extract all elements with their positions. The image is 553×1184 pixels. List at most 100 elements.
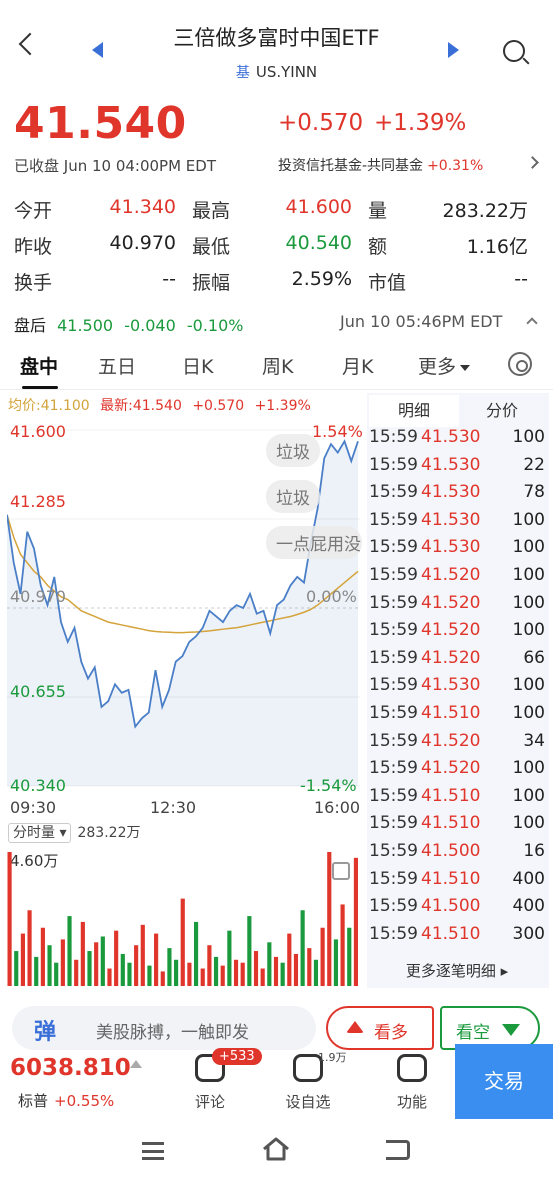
volume-bar <box>193 921 199 986</box>
volume-bar <box>300 910 305 986</box>
tab-more-label: 更多 <box>418 356 457 378</box>
legend-latest: 最新:41.540 <box>100 398 182 414</box>
index-info[interactable]: 标普 +0.55% <box>18 1090 114 1111</box>
bullish-button[interactable]: 看多 <box>326 1006 434 1050</box>
volume-bar <box>247 916 252 986</box>
sector-link[interactable]: 投资信托基金-共同基金 +0.31% <box>278 155 483 175</box>
danmaku-bubble[interactable]: 垃圾 <box>266 434 320 467</box>
stat-label: 今开 <box>14 200 53 222</box>
tab-five-day[interactable]: 五日 <box>98 352 136 379</box>
trade-detail-panel: 明细 分价 15:59 41.530 100 15:59 41.530 22 15:59 41… <box>367 393 549 988</box>
volume-bar <box>327 852 332 986</box>
volume-bar <box>307 948 312 986</box>
tick-volume: 100 <box>512 537 545 558</box>
volume-type-label: 分时量 <box>13 825 55 841</box>
tab-price-volume[interactable]: 分价 <box>457 395 547 427</box>
y-label-mid-low: 40.655 <box>10 682 66 701</box>
index-value[interactable]: 6038.810 <box>10 1055 131 1081</box>
tick-time: 15:59 <box>369 620 418 641</box>
tick-row: 15:59 41.520 100 <box>369 565 547 592</box>
tab-daily-k[interactable]: 日K <box>182 352 213 379</box>
caret-down-icon <box>460 364 471 371</box>
danmaku-bubble[interactable]: 一点屁用没 <box>266 526 362 559</box>
menu-nav-icon[interactable] <box>142 1142 164 1160</box>
tick-volume: 100 <box>512 675 545 696</box>
search-icon[interactable] <box>503 40 525 62</box>
price-change: +0.570 <box>278 110 364 136</box>
chart-tabs: 盘中 五日 日K 周K 月K 更多 <box>0 350 553 390</box>
market-status: 已收盘 Jun 10 04:00PM EDT <box>14 157 217 175</box>
volume-bar <box>207 945 212 986</box>
tick-time: 15:59 <box>369 675 418 696</box>
volume-bar <box>213 956 219 986</box>
volume-bar <box>134 945 139 986</box>
stat-value: 41.600 <box>285 196 352 218</box>
tick-row: 15:59 41.530 100 <box>369 510 547 537</box>
stat-value: 283.22万 <box>442 200 528 222</box>
legend-change-pct: +1.39% <box>254 398 311 414</box>
volume-type-select[interactable]: 分时量 ▾ <box>8 823 72 843</box>
tick-row: 15:59 41.530 100 <box>369 675 547 702</box>
tick-time: 15:59 <box>369 509 418 530</box>
volume-bar <box>313 959 319 986</box>
danmaku-bubble[interactable]: 垃圾 <box>266 480 320 513</box>
tick-volume: 100 <box>512 813 545 834</box>
tick-volume: 100 <box>512 509 545 530</box>
tab-intraday[interactable]: 盘中 <box>20 352 58 379</box>
page-title: 三倍做多富时中国ETF <box>173 26 380 50</box>
comment-input[interactable]: 弹 美股脉搏，一触即发 <box>12 1006 316 1050</box>
stat-value: -- <box>514 268 528 290</box>
index-change: +0.55% <box>54 1092 115 1110</box>
tick-time: 15:59 <box>369 730 418 751</box>
trade-button[interactable]: 交易 <box>455 1044 553 1119</box>
volume-bar <box>80 921 85 986</box>
volume-bar <box>353 857 358 986</box>
tab-more[interactable]: 更多 <box>418 352 471 379</box>
intraday-chart[interactable] <box>7 420 360 796</box>
pct-label-low: -1.54% <box>300 776 357 795</box>
tick-price: 41.520 <box>421 730 481 751</box>
after-hours: 盘后 41.500 -0.040 -0.10% <box>14 312 249 336</box>
tick-price: 41.520 <box>421 758 481 779</box>
expand-icon[interactable] <box>332 862 350 880</box>
watchlist-count: 1.9万 <box>318 1051 347 1064</box>
volume-bar <box>54 962 59 986</box>
volume-bar <box>114 930 119 986</box>
home-nav-icon[interactable] <box>262 1136 290 1162</box>
tab-weekly-k[interactable]: 周K <box>262 352 293 379</box>
tick-volume: 400 <box>512 896 545 917</box>
tick-volume: 66 <box>523 647 545 668</box>
more-ticks-label: 更多逐笔明细 <box>405 962 496 980</box>
tick-row: 15:59 41.510 100 <box>369 703 547 730</box>
sector-name: 投资信托基金-共同基金 <box>278 158 424 174</box>
volume-chart[interactable] <box>7 848 360 986</box>
next-stock-icon[interactable] <box>448 42 459 58</box>
symbol: US.YINN <box>255 63 318 81</box>
price-change-pct: +1.39% <box>374 110 467 136</box>
tab-detail[interactable]: 明细 <box>369 395 459 427</box>
tick-price: 41.500 <box>421 841 481 861</box>
after-hours-change: -0.040 <box>124 316 176 335</box>
x-label-mid: 12:30 <box>150 798 197 817</box>
chevron-right-icon[interactable] <box>526 156 539 169</box>
tick-price: 41.510 <box>421 703 481 723</box>
volume-bar <box>47 945 52 986</box>
function-button[interactable]: 功能 <box>382 1054 442 1112</box>
watchlist-label: 设自选 <box>285 1093 331 1111</box>
volume-bar <box>293 953 299 986</box>
back-nav-icon[interactable] <box>386 1140 410 1160</box>
volume-bar <box>100 936 105 986</box>
chevron-up-icon[interactable] <box>526 317 538 329</box>
more-ticks-link[interactable]: 更多逐笔明细 ▸ <box>367 960 547 981</box>
function-icon <box>397 1054 427 1082</box>
volume-bar <box>227 930 232 986</box>
tick-time: 15:59 <box>369 592 418 613</box>
settings-icon[interactable] <box>508 352 532 376</box>
tab-monthly-k[interactable]: 月K <box>342 352 373 379</box>
stat-value: 1.16亿 <box>466 236 528 258</box>
tick-row: 15:59 41.520 100 <box>369 758 547 785</box>
tick-row: 15:59 41.510 100 <box>369 786 547 813</box>
after-hours-label: 盘后 <box>14 316 47 335</box>
stat-label: 换手 <box>14 272 53 294</box>
tab-underline <box>22 386 58 389</box>
